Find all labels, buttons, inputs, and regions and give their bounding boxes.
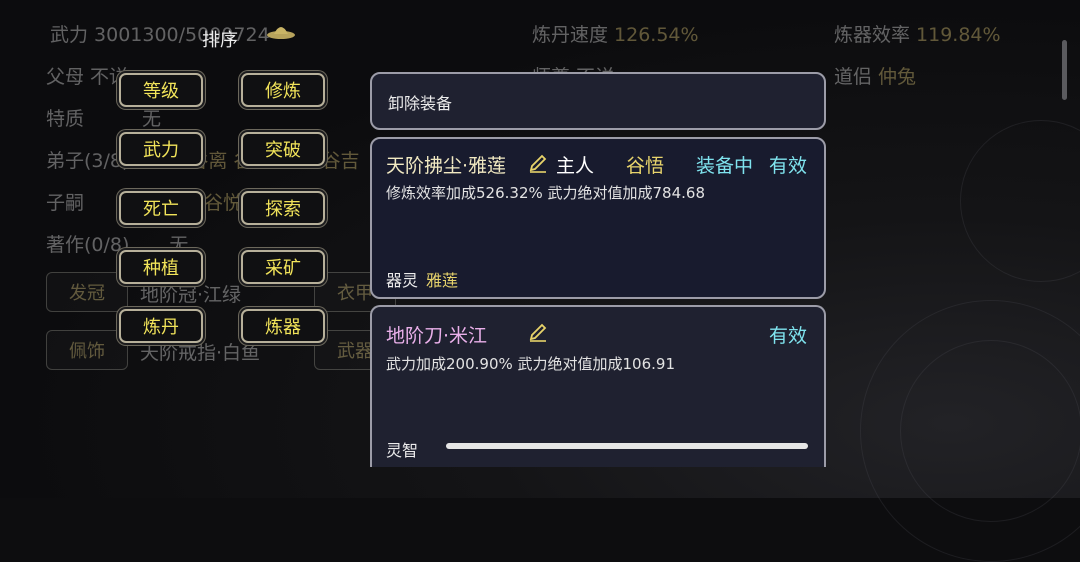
sort-by-planting-button[interactable]: 种植: [119, 250, 203, 284]
spirit-label: 器灵: [386, 271, 419, 290]
trait-stat: 特质无: [46, 108, 162, 130]
pencil-icon[interactable]: [528, 153, 548, 173]
accessory-slot-button: 佩饰: [46, 330, 128, 370]
sort-by-alchemy-button[interactable]: 炼丹: [119, 309, 203, 343]
pencil-icon[interactable]: [528, 322, 548, 342]
unequip-label: 卸除装备: [388, 94, 453, 113]
spirit-name: 雅莲: [426, 271, 459, 290]
equipment-card-1[interactable]: 天阶拂尘·雅莲 主人 谷悟 装备中 有效 修炼效率加成526.32% 武力绝对值…: [370, 137, 826, 299]
item-name: 天阶拂尘·雅莲: [386, 155, 507, 177]
crown-slot-button: 发冠: [46, 272, 128, 312]
sort-by-cultivation-button[interactable]: 修炼: [241, 73, 325, 107]
craft-eff-stat: 炼器效率 119.84%: [834, 24, 1001, 46]
item-effect: 修炼效率加成526.32% 武力绝对值加成784.68: [386, 184, 705, 202]
sort-by-death-button[interactable]: 死亡: [119, 191, 203, 225]
sort-by-mining-button[interactable]: 采矿: [241, 250, 325, 284]
wisdom-bar-fill: [446, 443, 808, 449]
wisdom-bar-track: [446, 443, 808, 449]
owner-name: 谷悟: [626, 155, 665, 177]
equipped-status: 装备中: [696, 155, 754, 177]
item-effect: 武力加成200.90% 武力绝对值加成106.91: [386, 355, 675, 373]
sort-title: 排序: [202, 30, 238, 51]
sort-by-force-button[interactable]: 武力: [119, 132, 203, 166]
equipment-card-2[interactable]: 地阶刀·米江 有效 武力加成200.90% 武力绝对值加成106.91 灵智: [370, 305, 826, 467]
unequip-button[interactable]: 卸除装备: [370, 72, 826, 130]
item-name: 地阶刀·米江: [386, 325, 488, 347]
wisdom-label: 灵智: [386, 441, 419, 460]
dan-speed-stat: 炼丹速度 126.54%: [532, 24, 699, 46]
crown-slot-value: 地阶冠·江绿: [140, 284, 242, 306]
parents-stat: 父母 不详: [46, 66, 129, 88]
valid-status: 有效: [769, 155, 808, 177]
partner-stat: 道侣 仲兔: [834, 66, 917, 88]
hat-icon: [267, 27, 295, 39]
sort-by-level-button[interactable]: 等级: [119, 73, 203, 107]
sort-by-explore-button[interactable]: 探索: [241, 191, 325, 225]
sort-by-breakthrough-button[interactable]: 突破: [241, 132, 325, 166]
valid-status: 有效: [769, 325, 808, 347]
owner-label: 主人: [556, 155, 595, 177]
sort-by-forging-button[interactable]: 炼器: [241, 309, 325, 343]
scrollbar[interactable]: [1062, 40, 1067, 100]
